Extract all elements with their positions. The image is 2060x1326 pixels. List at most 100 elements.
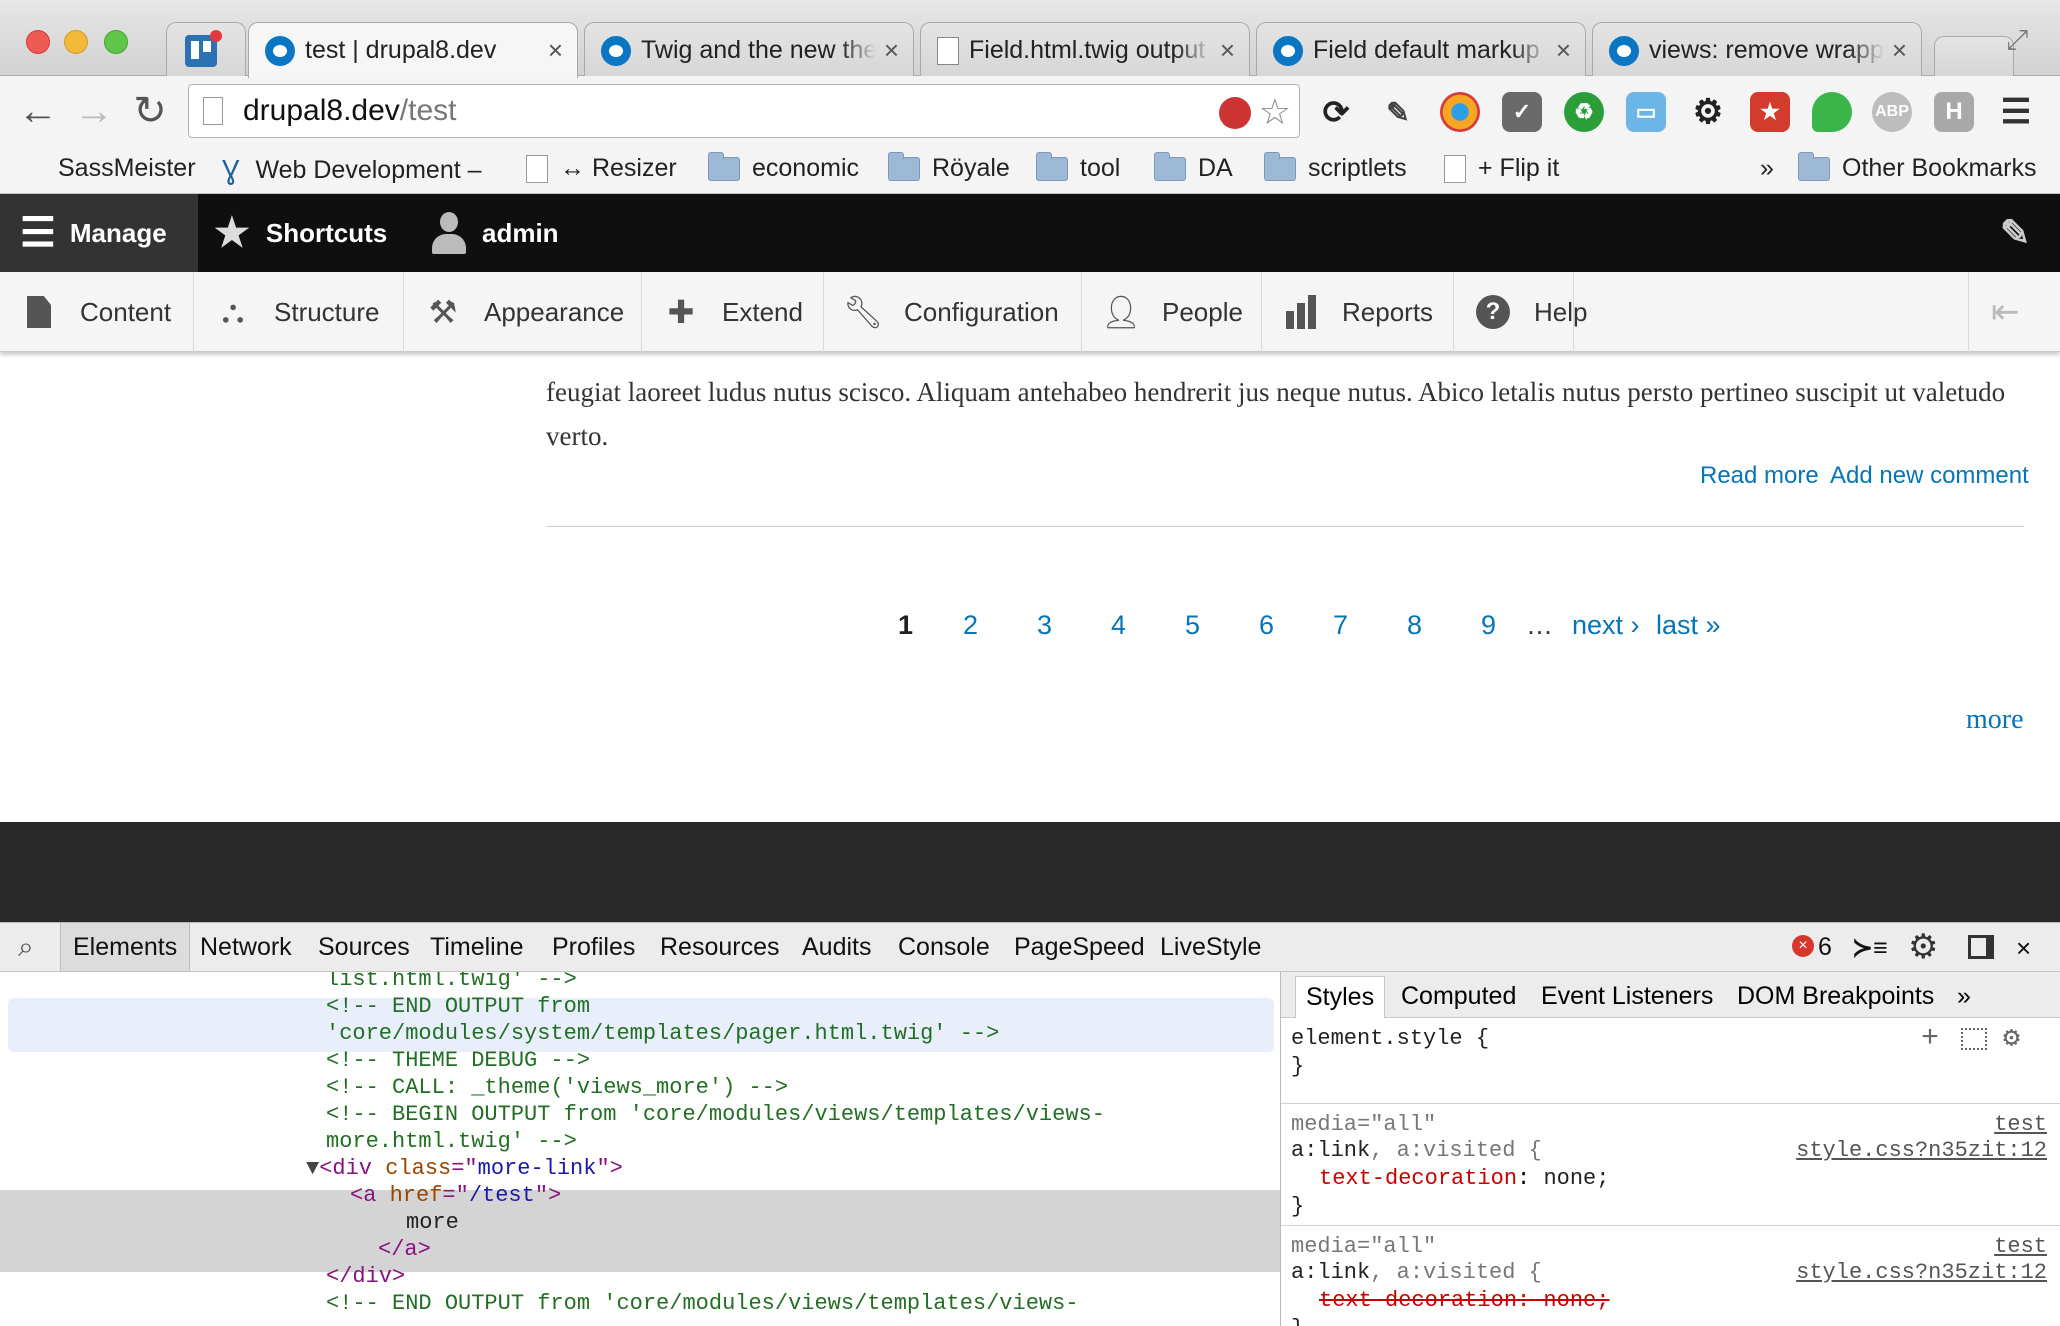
reload-icon[interactable]: ↻ bbox=[126, 86, 174, 136]
console-drawer-icon[interactable]: ≻≡ bbox=[1852, 933, 1888, 963]
source-name-link[interactable]: test bbox=[1994, 1112, 2047, 1137]
rule-a-link-2[interactable]: media="all" test a:link, a:visited { sty… bbox=[1281, 1226, 2060, 1326]
bookmark-ribbon-icon[interactable]: ★ bbox=[1750, 92, 1790, 132]
pager-last[interactable]: last » bbox=[1656, 610, 1721, 641]
add-rule-icon[interactable]: + bbox=[1921, 1022, 1939, 1056]
pager-next[interactable]: next › bbox=[1572, 610, 1640, 641]
close-window-button[interactable] bbox=[26, 30, 50, 54]
menu-icon[interactable]: ☰ bbox=[1996, 92, 2036, 132]
adblock-plus-icon[interactable]: ABP bbox=[1872, 92, 1912, 132]
tab-close-icon[interactable]: × bbox=[548, 35, 563, 66]
edit-pencil-icon[interactable]: ✎ bbox=[2000, 194, 2030, 272]
pager-item[interactable]: 6 bbox=[1259, 610, 1274, 641]
tab-close-icon[interactable]: × bbox=[1556, 35, 1571, 66]
tray-item-content[interactable]: Content bbox=[0, 272, 194, 352]
more-link[interactable]: more bbox=[1966, 704, 2024, 736]
tab-livestyle[interactable]: LiveStyle bbox=[1160, 933, 1261, 962]
tray-item-reports[interactable]: Reports bbox=[1262, 272, 1454, 352]
pager-item[interactable]: 8 bbox=[1407, 610, 1422, 641]
manage-button[interactable]: ☰ Manage bbox=[0, 194, 198, 272]
tray-item-help[interactable]: ? Help bbox=[1454, 272, 1587, 352]
hangouts-icon[interactable] bbox=[1812, 92, 1852, 132]
source-file-link[interactable]: style.css?n35zit:12 bbox=[1796, 1138, 2047, 1163]
dock-icon[interactable] bbox=[1968, 935, 1994, 959]
tab-elements[interactable]: Elements bbox=[60, 923, 191, 971]
shortcuts-button[interactable]: ★ Shortcuts bbox=[214, 194, 387, 272]
tray-item-extend[interactable]: ✚ Extend bbox=[642, 272, 824, 352]
tab-dom-breakpoints[interactable]: DOM Breakpoints bbox=[1737, 982, 1934, 1011]
styles-settings-gear-icon[interactable]: ⚙ bbox=[2003, 1020, 2020, 1055]
tray-item-appearance[interactable]: ⚒ Appearance bbox=[404, 272, 642, 352]
pager-item[interactable]: 2 bbox=[963, 610, 978, 641]
address-bar[interactable]: drupal8.dev/test ☆ bbox=[188, 84, 1300, 138]
settings-gear-icon[interactable]: ⚙ bbox=[1688, 92, 1728, 132]
bookmarks-overflow-chevron[interactable]: » bbox=[1760, 154, 1774, 183]
rule-element-style[interactable]: element.style { } + ⚙ bbox=[1281, 1018, 2060, 1104]
bookmark-folder-tool[interactable]: tool bbox=[1036, 151, 1120, 183]
css-declaration[interactable]: text-decoration: none; bbox=[1319, 1166, 1609, 1191]
green-extension-icon[interactable]: ♻ bbox=[1564, 92, 1604, 132]
tab-console[interactable]: Console bbox=[898, 933, 990, 962]
pager-item[interactable]: 4 bbox=[1111, 610, 1126, 641]
element-state-icon[interactable] bbox=[1961, 1028, 1987, 1050]
bookmark-folder-scriptlets[interactable]: scriptlets bbox=[1264, 151, 1407, 183]
styles-overflow-chevron[interactable]: » bbox=[1957, 982, 1971, 1011]
tab-sources[interactable]: Sources bbox=[318, 933, 410, 962]
evernote-icon[interactable]: ✎ bbox=[1378, 92, 1418, 132]
overridden-declaration[interactable]: text-decoration: none; bbox=[1319, 1288, 1609, 1313]
tab-drupal-test[interactable]: test | drupal8.dev × bbox=[248, 22, 578, 78]
bookmark-folder-royale[interactable]: Röyale bbox=[888, 151, 1010, 183]
pager-item[interactable]: 3 bbox=[1037, 610, 1052, 641]
tab-styles[interactable]: Styles bbox=[1295, 976, 1386, 1018]
tab-close-icon[interactable]: × bbox=[884, 35, 899, 66]
bookmark-sassmeister[interactable]: SassMeister bbox=[58, 154, 196, 183]
read-more-link[interactable]: Read more bbox=[1700, 462, 1819, 490]
tab-views-remove-wrapper[interactable]: views: remove wrapper × bbox=[1592, 22, 1922, 78]
bookmark-folder-other[interactable]: Other Bookmarks bbox=[1798, 151, 2037, 183]
pinned-tab-trello[interactable] bbox=[166, 22, 246, 78]
tab-audits[interactable]: Audits bbox=[802, 933, 871, 962]
tab-field-default-markup[interactable]: Field default markup × bbox=[1256, 22, 1586, 78]
back-arrow-icon[interactable]: ← bbox=[14, 86, 62, 136]
bookmark-flip-it[interactable]: + Flip it bbox=[1444, 154, 1559, 183]
forward-arrow-icon[interactable]: → bbox=[70, 86, 118, 136]
tray-item-structure[interactable]: ⛬ Structure bbox=[194, 272, 404, 352]
tab-close-icon[interactable]: × bbox=[1892, 35, 1907, 66]
add-new-comment-link[interactable]: Add new comment bbox=[1830, 462, 2029, 490]
user-menu-button[interactable]: admin bbox=[432, 194, 559, 272]
tab-pagespeed[interactable]: PageSpeed bbox=[1014, 933, 1145, 962]
tab-network[interactable]: Network bbox=[200, 933, 292, 962]
pager-item[interactable]: 9 bbox=[1481, 610, 1496, 641]
tab-close-icon[interactable]: × bbox=[1220, 35, 1235, 66]
source-file-link[interactable]: style.css?n35zit:12 bbox=[1796, 1260, 2047, 1285]
sync-icon[interactable]: ⟳ bbox=[1316, 92, 1356, 132]
bookmark-web-development[interactable]: Ɣ Web Development – bbox=[222, 154, 482, 186]
devtools-settings-gear-icon[interactable]: ⚙ bbox=[1908, 927, 1938, 967]
close-devtools-icon[interactable]: × bbox=[2016, 933, 2031, 964]
window-resizer-icon[interactable]: ▭ bbox=[1626, 92, 1666, 132]
error-icon[interactable]: × bbox=[1792, 935, 1814, 957]
h-extension-icon[interactable]: H bbox=[1934, 92, 1974, 132]
rule-a-link-1[interactable]: media="all" test a:link, a:visited { sty… bbox=[1281, 1104, 2060, 1226]
collapse-tray-button[interactable]: ⇤ bbox=[1968, 272, 2060, 352]
tab-event-listeners[interactable]: Event Listeners bbox=[1541, 982, 1713, 1011]
pager-item[interactable]: 7 bbox=[1333, 610, 1348, 641]
zoom-window-button[interactable] bbox=[104, 30, 128, 54]
dom-node-div[interactable]: ▼<div class="more-link"> bbox=[306, 1155, 623, 1182]
new-tab-button[interactable] bbox=[1934, 36, 2014, 76]
search-icon[interactable]: ⌕ bbox=[18, 931, 34, 964]
expand-triangle-icon[interactable]: ▼ bbox=[306, 1156, 319, 1181]
pocket-icon[interactable]: ✓ bbox=[1502, 92, 1542, 132]
bookmark-folder-da[interactable]: DA bbox=[1154, 151, 1233, 183]
tab-timeline[interactable]: Timeline bbox=[430, 933, 524, 962]
blocked-icon[interactable] bbox=[1219, 97, 1251, 129]
minimize-window-button[interactable] bbox=[64, 30, 88, 54]
tab-profiles[interactable]: Profiles bbox=[552, 933, 635, 962]
dom-tree[interactable]: list.html.twig' --> <!-- END OUTPUT from… bbox=[0, 972, 1280, 1326]
tab-twig-theme[interactable]: Twig and the new theme × bbox=[584, 22, 914, 78]
pager-item[interactable]: 5 bbox=[1185, 610, 1200, 641]
colorpicker-icon[interactable] bbox=[1440, 92, 1480, 132]
bookmark-resizer[interactable]: ↔ Resizer bbox=[526, 154, 677, 183]
tab-computed[interactable]: Computed bbox=[1401, 982, 1516, 1011]
tray-item-configuration[interactable]: 🔧︎ Configuration bbox=[824, 272, 1082, 352]
